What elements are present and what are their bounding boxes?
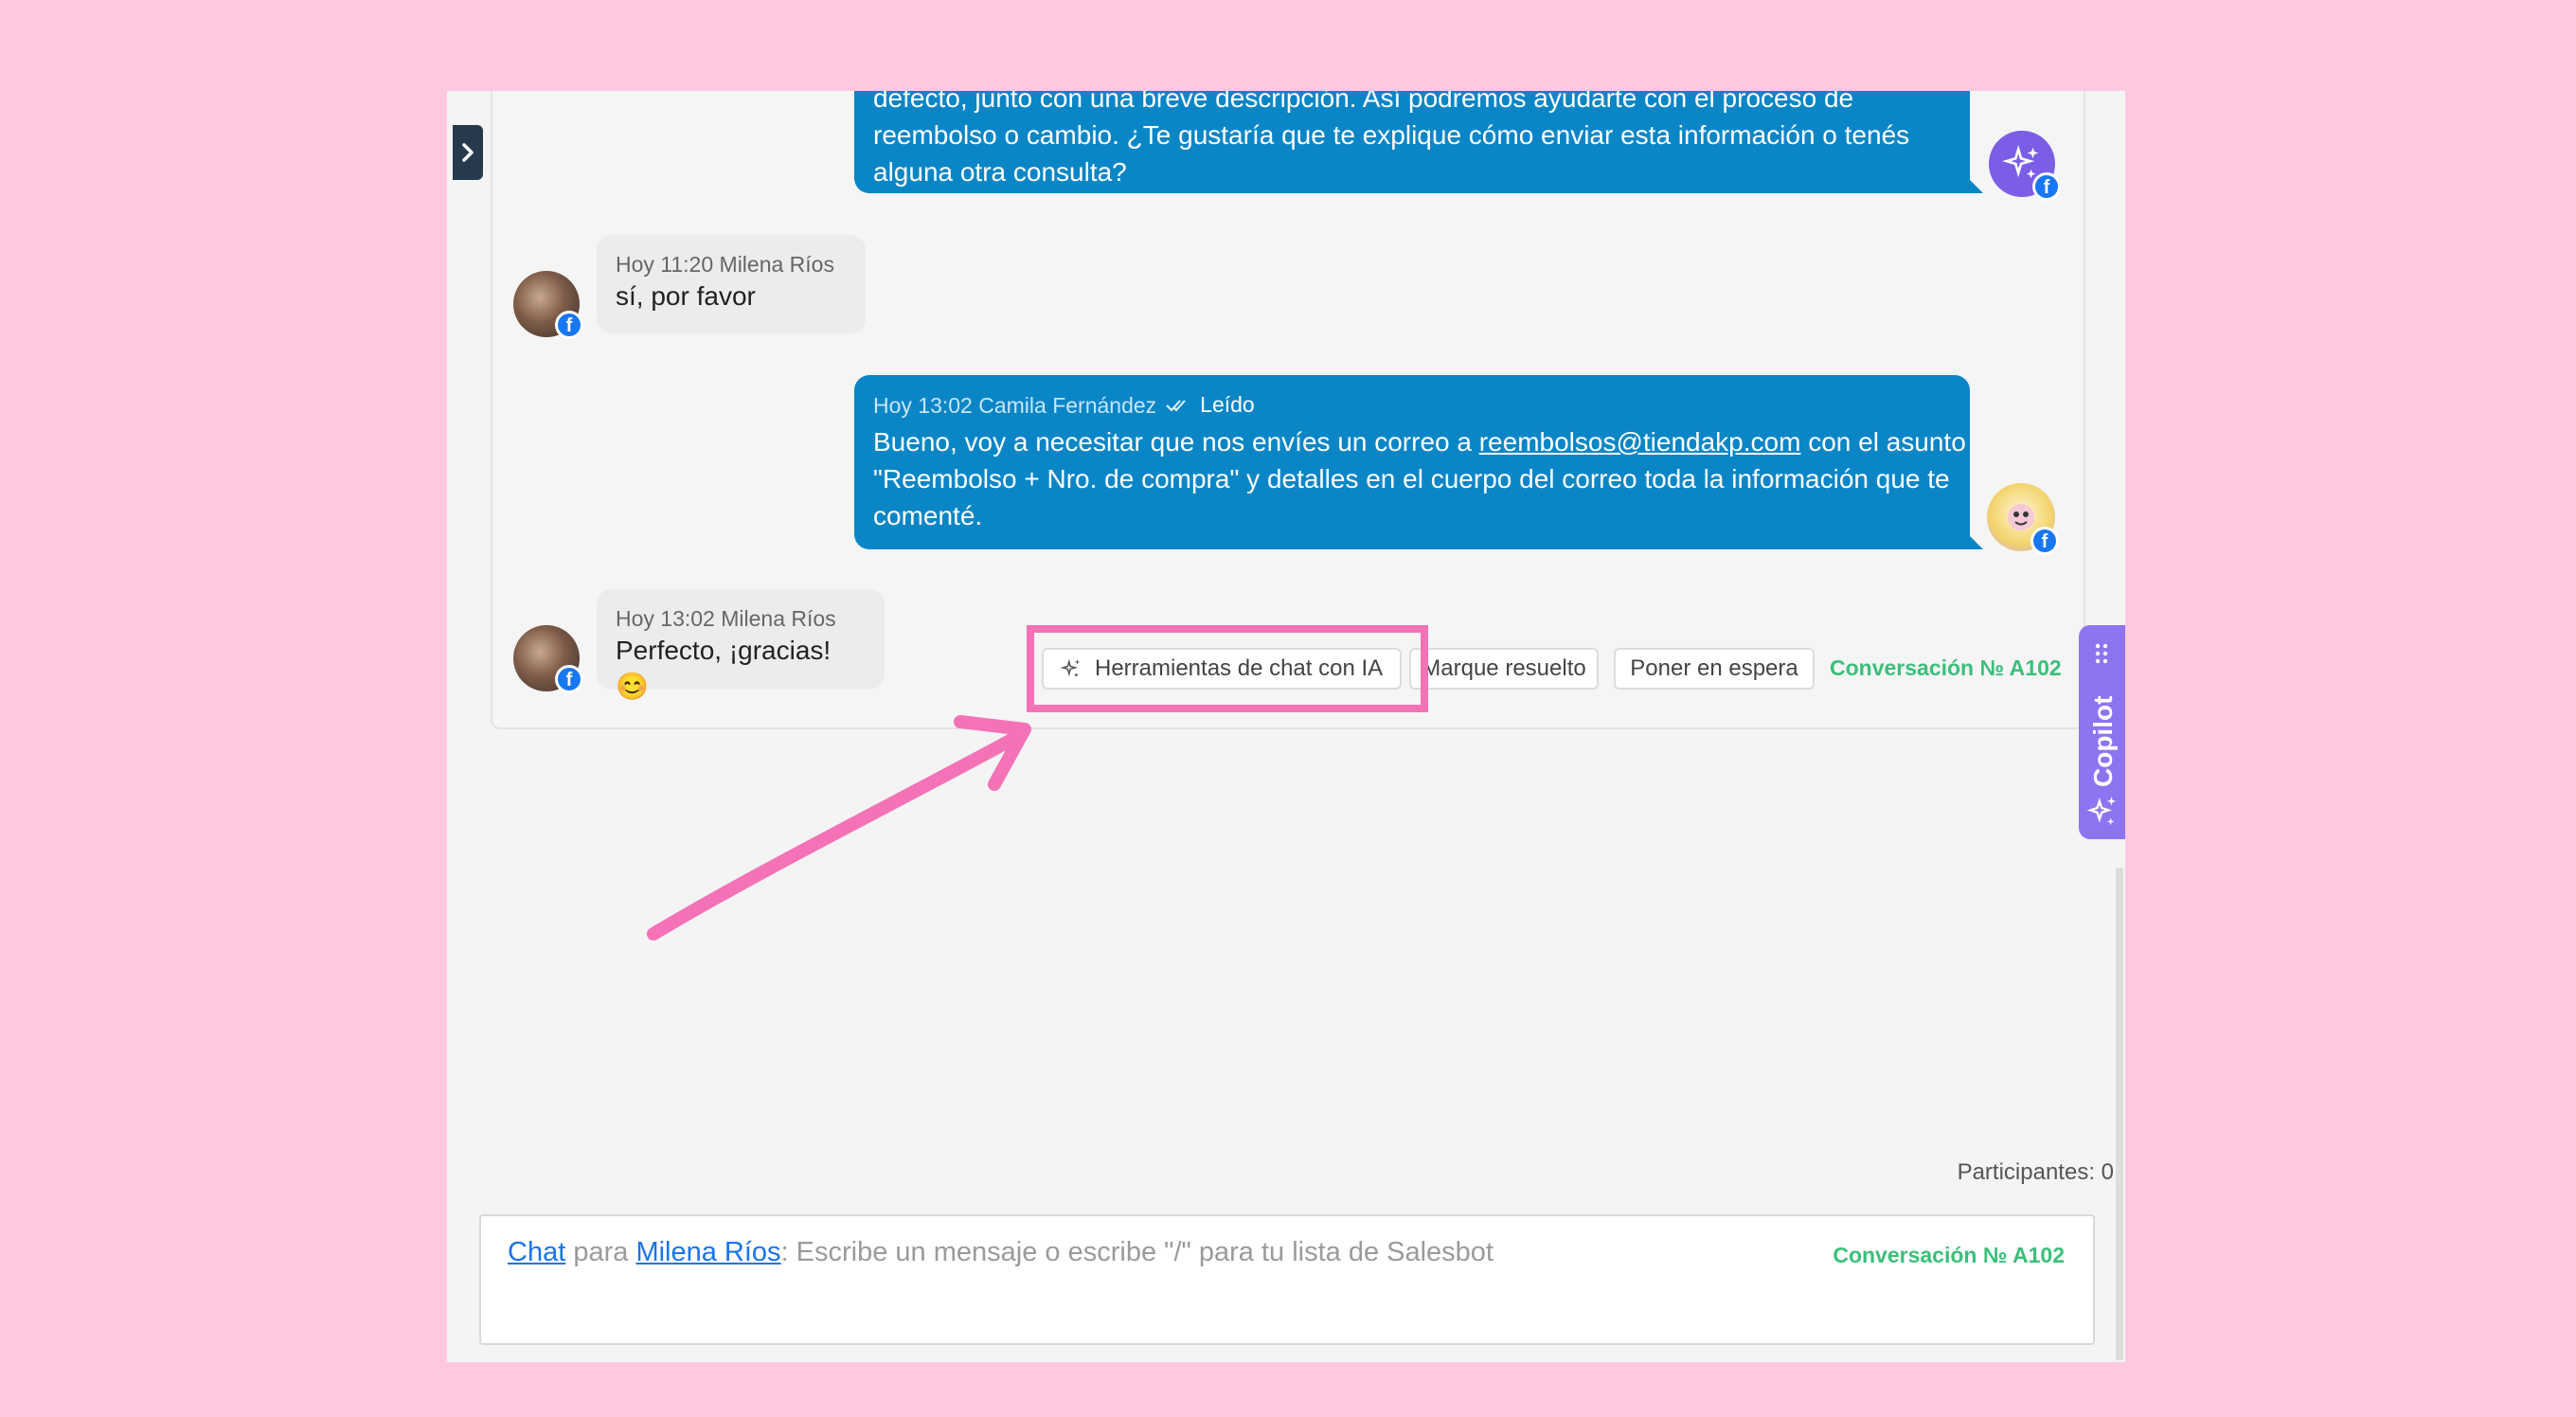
read-status: Leído [1200, 392, 1255, 417]
copilot-label: Copilot [2088, 695, 2118, 787]
double-check-icon [1166, 399, 1186, 411]
message-text: alguna otra consulta? [873, 157, 1127, 187]
chat-window: defecto, junto con una breve descripción… [447, 91, 2125, 1362]
bot-avatar: f [1989, 131, 2061, 201]
message-composer[interactable]: Chat para Milena Ríos: Escribe un mensaj… [479, 1214, 2095, 1345]
chevron-right-icon [462, 143, 474, 162]
sparkle-icon [2086, 797, 2117, 826]
agent-avatar: f [1987, 483, 2059, 555]
scrollbar-track[interactable] [2116, 868, 2123, 1360]
customer-avatar: f [513, 271, 583, 339]
channel-selector[interactable]: Chat [508, 1237, 565, 1267]
message-outgoing: Hoy 13:02 Camila Fernández Leído Bueno, … [854, 375, 1983, 549]
message-text: reembolso o cambio. ¿Te gustaría que te … [873, 120, 1910, 150]
message-meta: Hoy 11:20 Milena Ríos [616, 252, 834, 277]
message-text: Perfecto, ¡gracias! 😊 [616, 636, 832, 701]
conversation-id: Conversación № A102 [1830, 655, 2062, 680]
facebook-icon: f [2030, 527, 2059, 555]
facebook-icon: f [2032, 172, 2061, 201]
facebook-icon: f [555, 311, 583, 339]
put-on-hold-label: Poner en espera [1630, 655, 1798, 681]
facebook-icon: f [555, 665, 583, 693]
customer-avatar: f [513, 625, 583, 693]
sidebar-toggle-button[interactable] [453, 125, 483, 180]
message-text: sí, por favor [616, 281, 756, 311]
mark-resolved-label: Marque resuelto [1422, 655, 1586, 681]
email-link[interactable]: reembolsos@tiendakp.com [1479, 427, 1801, 457]
put-on-hold-button[interactable]: Poner en espera [1614, 648, 1815, 690]
message-incoming: Hoy 13:02 Milena Ríos Perfecto, ¡gracias… [597, 589, 885, 701]
highlight-box [1027, 625, 1428, 712]
message-text: defecto, junto con una breve descripción… [873, 91, 1854, 113]
recipient-selector[interactable]: Milena Ríos [635, 1237, 780, 1267]
composer-to-word: para [573, 1237, 629, 1267]
mark-resolved-button[interactable]: Marque resuelto [1409, 648, 1599, 690]
message-outgoing: defecto, junto con una breve descripción… [854, 91, 1983, 193]
message-text: con el asunto [1800, 427, 1966, 457]
message-meta: Hoy 13:02 Camila Fernández [873, 392, 1157, 418]
message-incoming: Hoy 11:20 Milena Ríos sí, por favor [597, 235, 866, 333]
copilot-tab[interactable]: Copilot [2079, 625, 2125, 839]
composer-conversation-id: Conversación № A102 [1833, 1243, 2065, 1267]
message-meta: Hoy 13:02 Milena Ríos [616, 606, 836, 631]
message-text: "Reembolso + Nro. de compra" y detalles … [873, 464, 1950, 493]
drag-handle-icon [2095, 643, 2108, 664]
message-text: comenté. [873, 501, 983, 530]
message-text: Bueno, voy a necesitar que nos envíes un… [873, 427, 1479, 457]
composer-placeholder: : Escribe un mensaje o escribe "/" para … [780, 1237, 1494, 1267]
participants-count: Participantes: 0 [1957, 1159, 2114, 1185]
